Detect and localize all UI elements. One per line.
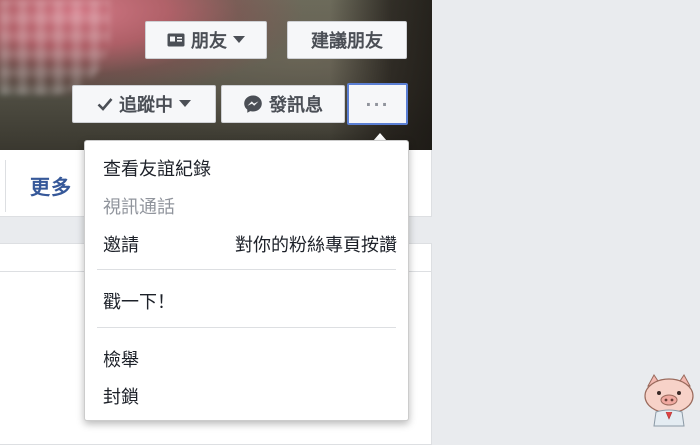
following-label: 追蹤中: [119, 95, 173, 116]
mascot-watermark-icon: [640, 372, 698, 427]
menu-separator: [97, 269, 396, 270]
following-button[interactable]: 追蹤中: [72, 85, 216, 123]
tab-more[interactable]: 更多: [30, 171, 72, 200]
more-options-menu: 查看友誼紀錄 視訊通話 邀請 對你的粉絲專頁按讚 戳一下！ 檢舉 封鎖: [84, 140, 409, 421]
caret-down-icon: [233, 36, 245, 44]
suggest-friends-label: 建議朋友: [311, 31, 383, 52]
menu-item-poke[interactable]: 戳一下！: [103, 288, 175, 314]
messenger-icon: [243, 94, 263, 114]
checkmark-icon: [97, 97, 113, 111]
invite-suffix: 對你的粉絲專頁按讚: [235, 235, 397, 256]
cover-photo-pattern: [0, 0, 110, 95]
message-button[interactable]: 發訊息: [221, 85, 345, 123]
nav-divider: [5, 160, 6, 212]
menu-item-invite-like-page[interactable]: 邀請 對你的粉絲專頁按讚: [103, 231, 397, 257]
invite-prefix: 邀請: [103, 235, 139, 256]
caret-down-icon: [179, 100, 191, 108]
right-column: [432, 0, 700, 429]
menu-item-video-call: 視訊通話: [103, 197, 175, 218]
profile-card-icon: [167, 33, 185, 47]
menu-item-view-friendship[interactable]: 查看友誼紀錄: [103, 155, 211, 181]
suggest-friends-button[interactable]: 建議朋友: [287, 21, 407, 59]
more-options-button[interactable]: ···: [347, 83, 408, 125]
menu-item-report[interactable]: 檢舉: [103, 346, 139, 372]
menu-item-block[interactable]: 封鎖: [103, 383, 139, 409]
message-label: 發訊息: [269, 95, 323, 116]
friends-button[interactable]: 朋友: [145, 21, 267, 59]
more-icon: ···: [365, 94, 390, 114]
menu-separator: [97, 327, 396, 328]
friends-label: 朋友: [191, 31, 227, 52]
